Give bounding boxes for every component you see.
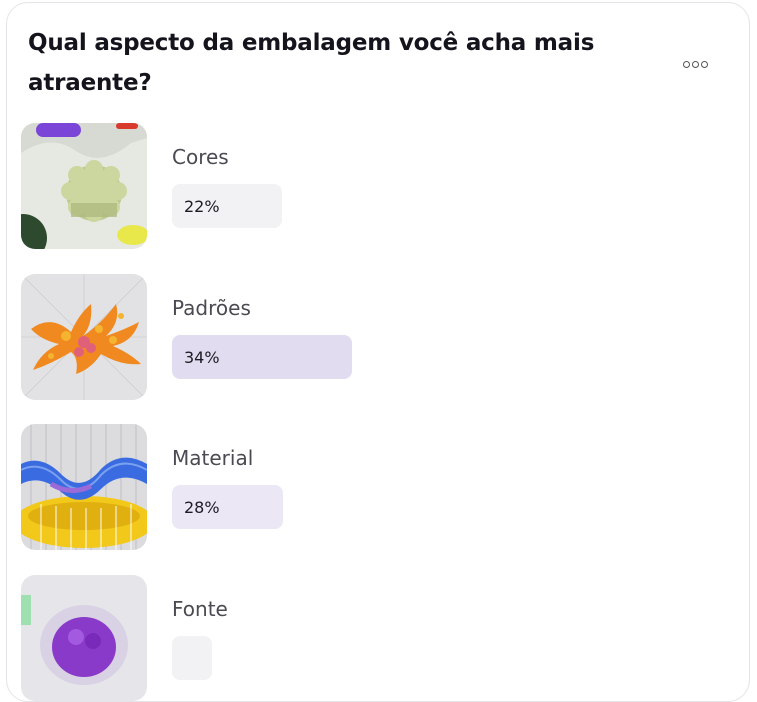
option-label: Cores	[172, 145, 229, 169]
option-image-fonte	[21, 575, 147, 701]
option-label: Material	[172, 446, 254, 470]
dot	[701, 60, 708, 68]
poll-question: Qual aspecto da embalagem você acha mais…	[28, 30, 595, 96]
more-options-icon[interactable]	[683, 58, 709, 70]
result-bar: 28%	[172, 485, 283, 529]
result-percent: 34%	[184, 347, 220, 367]
option-image-padroes	[21, 274, 147, 400]
result-bar	[172, 636, 212, 680]
result-percent: 28%	[184, 497, 220, 517]
option-label: Padrões	[172, 296, 251, 320]
poll-option-fonte[interactable]: Fonte	[21, 575, 721, 701]
result-percent: 22%	[184, 196, 220, 216]
option-label: Fonte	[172, 597, 228, 621]
option-image-cores	[21, 123, 147, 249]
dot	[683, 60, 690, 68]
result-bar: 34%	[172, 335, 352, 379]
poll-option-material[interactable]: Material 28%	[21, 424, 721, 550]
poll-option-padroes[interactable]: Padrões 34%	[21, 274, 721, 400]
result-bar: 22%	[172, 184, 282, 228]
option-image-material	[21, 424, 147, 550]
poll-option-cores[interactable]: Cores 22%	[21, 123, 721, 249]
dot	[692, 60, 699, 68]
